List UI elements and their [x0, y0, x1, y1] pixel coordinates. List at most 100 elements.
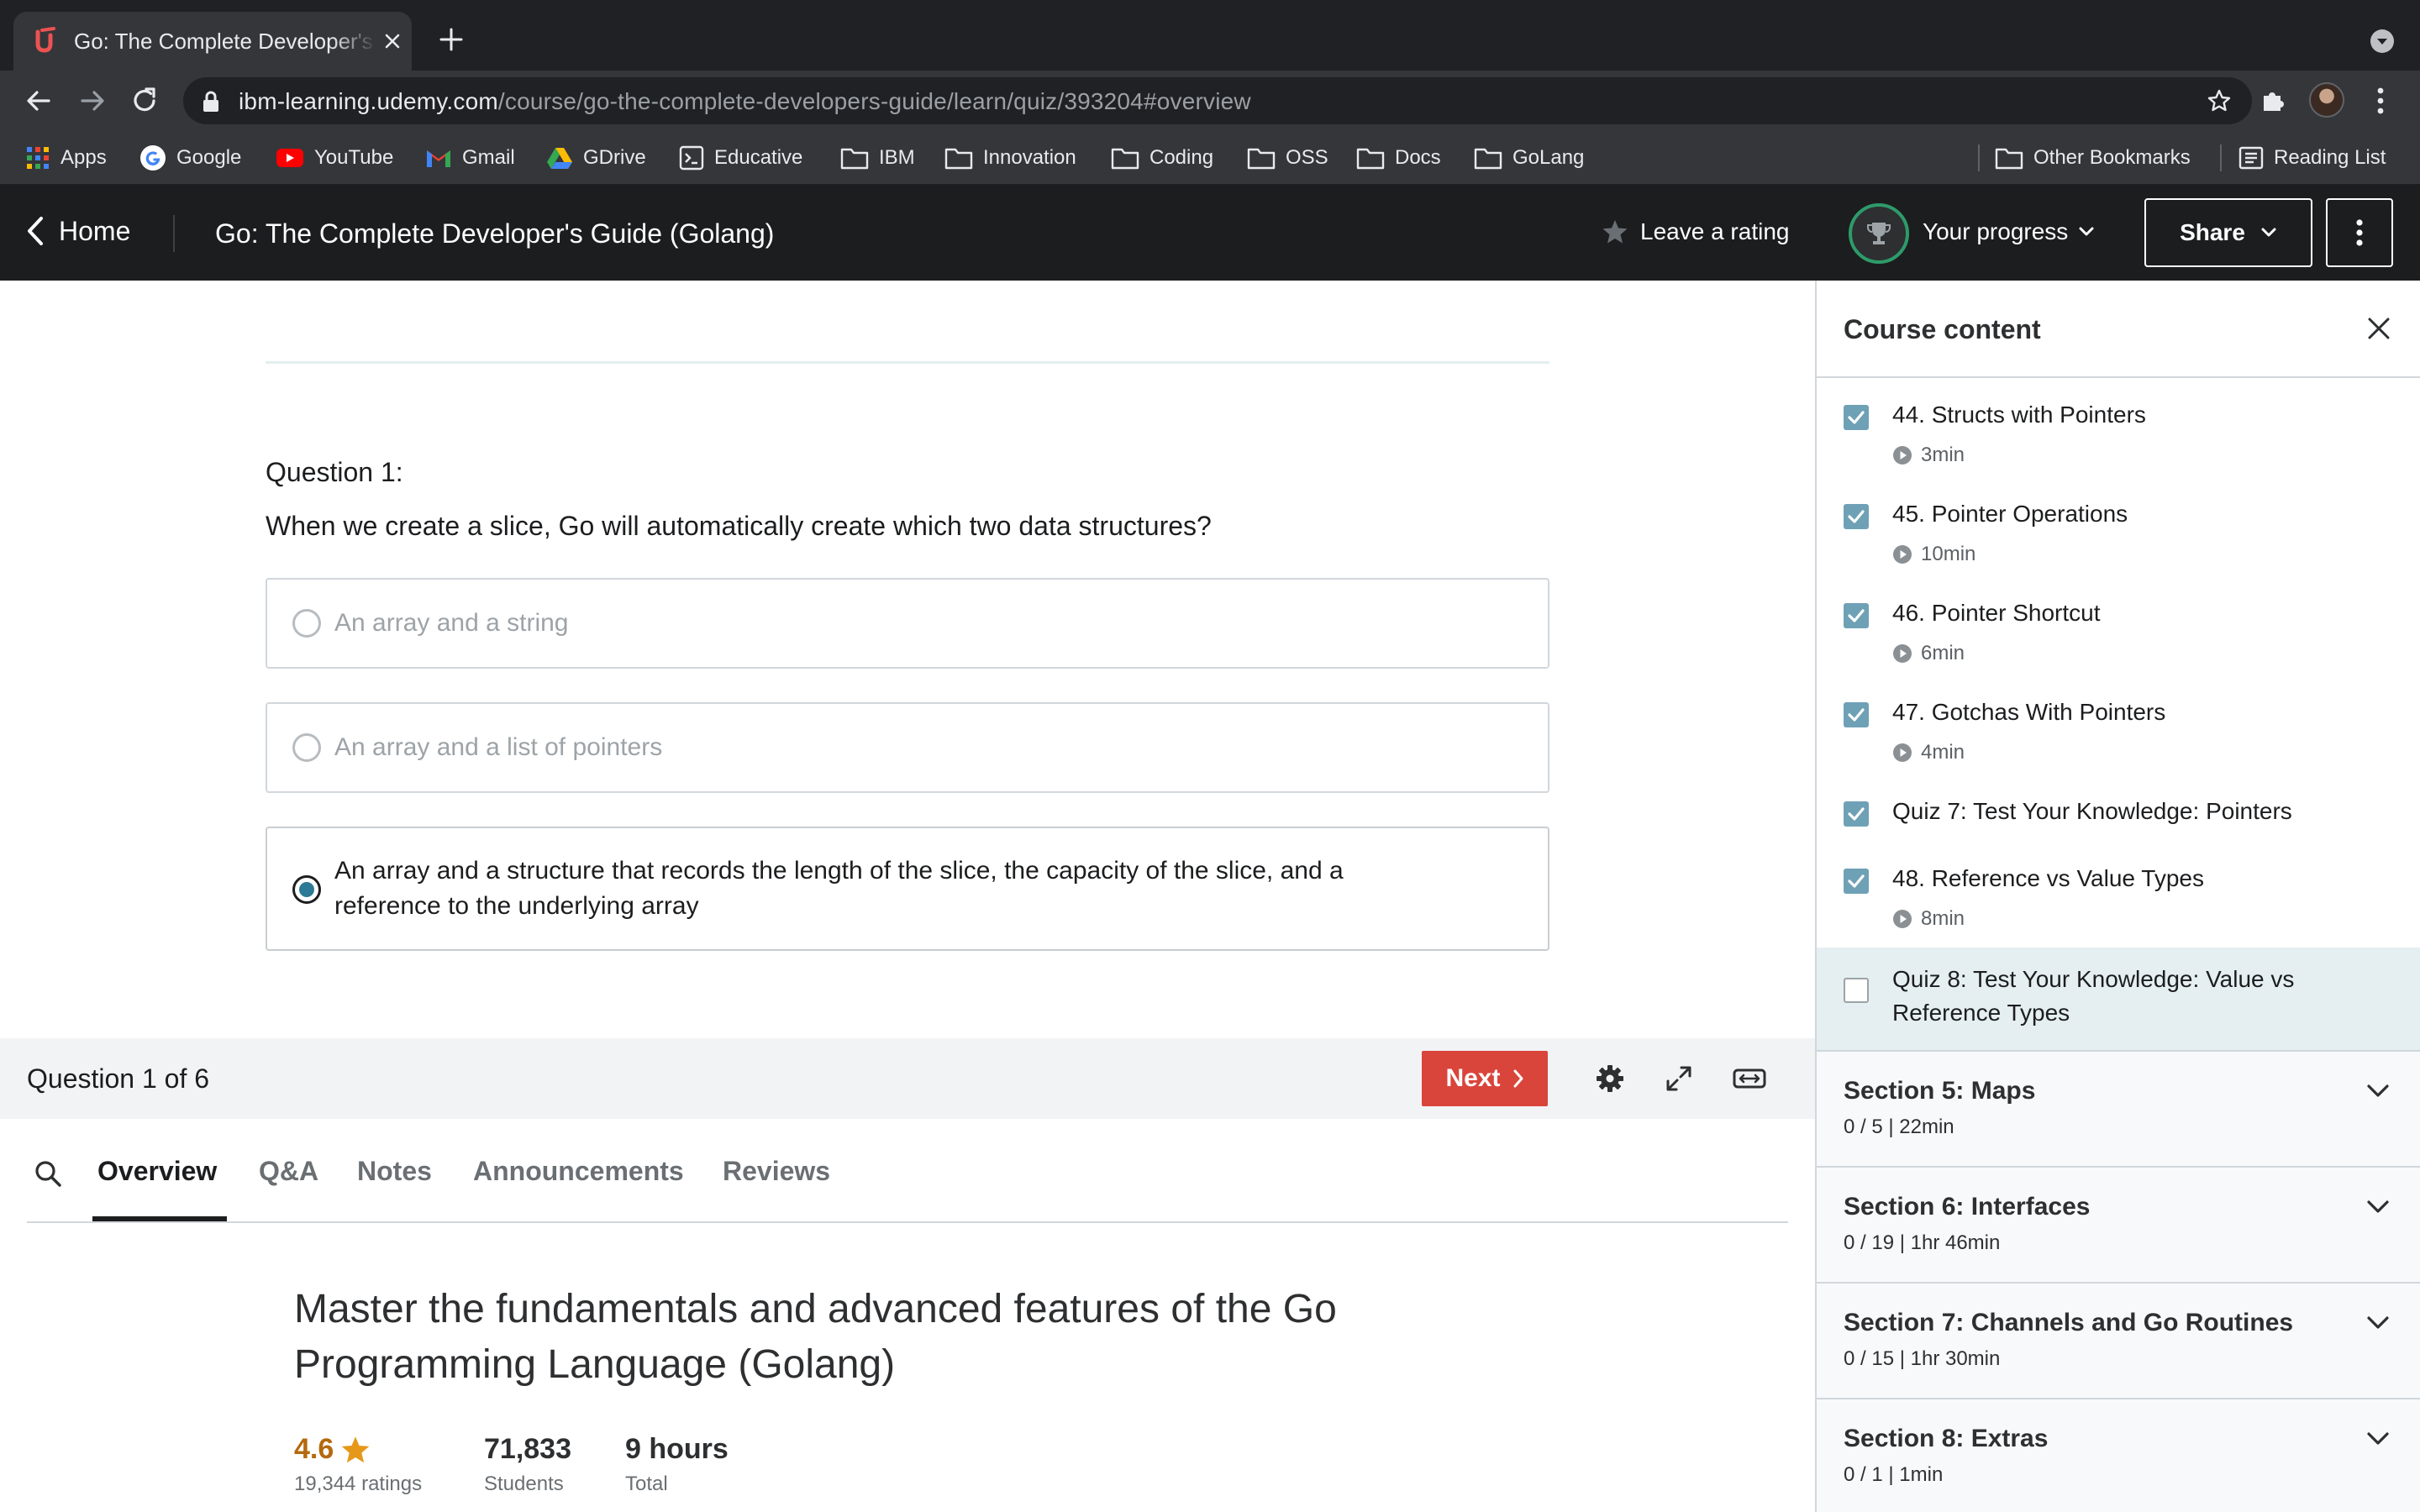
lecture-checkbox[interactable] — [1844, 603, 1869, 628]
bookmark-star-icon[interactable] — [2207, 88, 2232, 113]
course-title[interactable]: Go: The Complete Developer's Guide (Gola… — [215, 218, 774, 249]
lecture-item[interactable]: 48. Reference vs Value Types 8min — [1817, 843, 2420, 942]
stat-rating: 4.6 19,344 ratings — [294, 1433, 422, 1496]
play-circle-icon — [1893, 446, 1912, 465]
bookmark-label: GDrive — [583, 146, 646, 169]
close-icon[interactable] — [2366, 316, 2391, 341]
forward-arrow-icon[interactable] — [77, 86, 108, 116]
lecture-item[interactable]: 46. Pointer Shortcut 6min — [1817, 578, 2420, 677]
bookmark-ibm[interactable]: IBM — [840, 143, 915, 173]
course-content-sidebar: Course content 44. Structs with Pointers… — [1815, 281, 2420, 1512]
tab-reviews[interactable]: Reviews — [723, 1156, 830, 1187]
settings-gear-icon[interactable] — [1595, 1063, 1625, 1094]
extensions-puzzle-icon[interactable] — [2259, 86, 2287, 114]
section-header[interactable]: Section 6: Interfaces 0 / 19 | 1hr 46min — [1817, 1166, 2420, 1282]
lecture-checkbox[interactable] — [1844, 405, 1869, 430]
progress-ring[interactable] — [1849, 203, 1909, 264]
lecture-title: Quiz 8: Test Your Knowledge: Value vs Re… — [1892, 966, 2295, 1026]
lecture-title: 45. Pointer Operations — [1892, 501, 2128, 527]
gmail-icon — [425, 147, 452, 169]
bookmark-label: Docs — [1395, 146, 1441, 169]
section-header[interactable]: Section 8: Extras 0 / 1 | 1min — [1817, 1398, 2420, 1512]
answer-text: An array and a list of pointers — [334, 733, 663, 761]
section-header[interactable]: Section 7: Channels and Go Routines 0 / … — [1817, 1282, 2420, 1398]
lecture-title: 46. Pointer Shortcut — [1892, 600, 2101, 626]
duration-text: 3min — [1921, 444, 1965, 466]
bookmark-apps[interactable]: Apps — [25, 143, 107, 173]
bookmark-google[interactable]: Google — [139, 143, 241, 173]
quiz-footer-bar: Question 1 of 6 Next — [0, 1038, 1815, 1119]
lecture-item[interactable]: 44. Structs with Pointers 3min — [1817, 380, 2420, 479]
duration-text: 6min — [1921, 642, 1965, 664]
bookmarks-bar: Apps Google YouTube Gmail GDrive Educati… — [0, 131, 2420, 185]
bookmark-innovation[interactable]: Innovation — [944, 143, 1076, 173]
section-header[interactable]: Section 5: Maps 0 / 5 | 22min — [1817, 1050, 2420, 1166]
radio-button[interactable] — [292, 733, 321, 762]
browser-menu-kebab-icon[interactable] — [2376, 86, 2385, 116]
tab-qa[interactable]: Q&A — [259, 1156, 318, 1187]
bookmark-youtube[interactable]: YouTube — [276, 143, 393, 173]
profile-avatar[interactable] — [2309, 82, 2344, 118]
next-label: Next — [1445, 1064, 1501, 1092]
lecture-checkbox[interactable] — [1844, 869, 1869, 894]
lecture-checkbox[interactable] — [1844, 504, 1869, 529]
stat-students: 71,833 Students — [484, 1433, 571, 1496]
radio-button[interactable] — [292, 609, 321, 638]
bookmark-coding[interactable]: Coding — [1111, 143, 1213, 173]
folder-icon — [1111, 146, 1139, 170]
leave-rating-button[interactable]: Leave a rating — [1602, 218, 1789, 245]
answer-option-2[interactable]: An array and a list of pointers — [266, 702, 1549, 793]
your-progress-button[interactable]: Your progress — [1923, 218, 2095, 245]
bookmark-gdrive[interactable]: GDrive — [546, 143, 646, 173]
close-tab-icon[interactable] — [381, 30, 403, 52]
checkmark-icon — [1848, 807, 1865, 821]
lecture-checkbox[interactable] — [1844, 978, 1869, 1003]
share-button[interactable]: Share — [2144, 198, 2312, 267]
quiz-item[interactable]: Quiz 7: Test Your Knowledge: Pointers — [1817, 776, 2420, 843]
more-options-button[interactable] — [2326, 198, 2393, 267]
section-title: Section 5: Maps — [1844, 1077, 2036, 1105]
other-bookmarks-label: Other Bookmarks — [2033, 146, 2191, 169]
reading-list-icon — [2238, 145, 2264, 171]
reload-icon[interactable] — [129, 86, 160, 116]
lock-icon[interactable] — [202, 90, 220, 113]
bookmark-educative[interactable]: Educative — [679, 143, 802, 173]
lecture-checkbox[interactable] — [1844, 801, 1869, 827]
next-button[interactable]: Next — [1422, 1051, 1548, 1106]
bookmark-docs[interactable]: Docs — [1356, 143, 1441, 173]
share-label: Share — [2180, 219, 2245, 245]
bookmark-golang[interactable]: GoLang — [1474, 143, 1584, 173]
lecture-title: 48. Reference vs Value Types — [1892, 865, 2204, 891]
hours-label: Total — [625, 1473, 668, 1495]
duration-text: 4min — [1921, 741, 1965, 764]
course-header: Home Go: The Complete Developer's Guide … — [0, 185, 2420, 281]
bookmark-gmail[interactable]: Gmail — [425, 143, 515, 173]
answer-option-1[interactable]: An array and a string — [266, 578, 1549, 669]
lecture-item[interactable]: 47. Gotchas With Pointers 4min — [1817, 677, 2420, 776]
section-title: Section 7: Channels and Go Routines — [1844, 1309, 2294, 1336]
reading-list[interactable]: Reading List — [2238, 143, 2386, 173]
back-arrow-icon[interactable] — [24, 86, 54, 116]
lecture-checkbox[interactable] — [1844, 702, 1869, 727]
browser-tab[interactable]: Go: The Complete Developer's Guide (Gola… — [13, 12, 412, 71]
tab-notes[interactable]: Notes — [357, 1156, 432, 1187]
radio-button-selected[interactable] — [292, 875, 321, 904]
tab-overview[interactable]: Overview — [97, 1156, 217, 1187]
expanded-view-icon[interactable] — [1733, 1063, 1766, 1094]
quiz-item-current[interactable]: Quiz 8: Test Your Knowledge: Value vs Re… — [1817, 948, 2420, 1050]
chevron-down-icon — [2366, 1084, 2390, 1099]
fullscreen-expand-icon[interactable] — [1664, 1063, 1694, 1094]
students-count: 71,833 — [484, 1433, 571, 1465]
search-icon[interactable] — [34, 1159, 62, 1188]
answer-option-3[interactable]: An array and a structure that records th… — [266, 827, 1549, 951]
active-tab-indicator — [92, 1216, 227, 1221]
tab-announcements[interactable]: Announcements — [473, 1156, 684, 1187]
checkmark-icon — [1848, 708, 1865, 722]
bookmark-oss[interactable]: OSS — [1247, 143, 1328, 173]
other-bookmarks[interactable]: Other Bookmarks — [1995, 143, 2191, 173]
address-bar[interactable]: ibm-learning.udemy.com/course/go-the-com… — [183, 77, 2252, 124]
new-tab-icon[interactable] — [439, 27, 464, 52]
home-link[interactable]: Home — [25, 215, 130, 247]
tab-search-icon[interactable] — [2370, 29, 2395, 54]
lecture-item[interactable]: 45. Pointer Operations 10min — [1817, 479, 2420, 578]
